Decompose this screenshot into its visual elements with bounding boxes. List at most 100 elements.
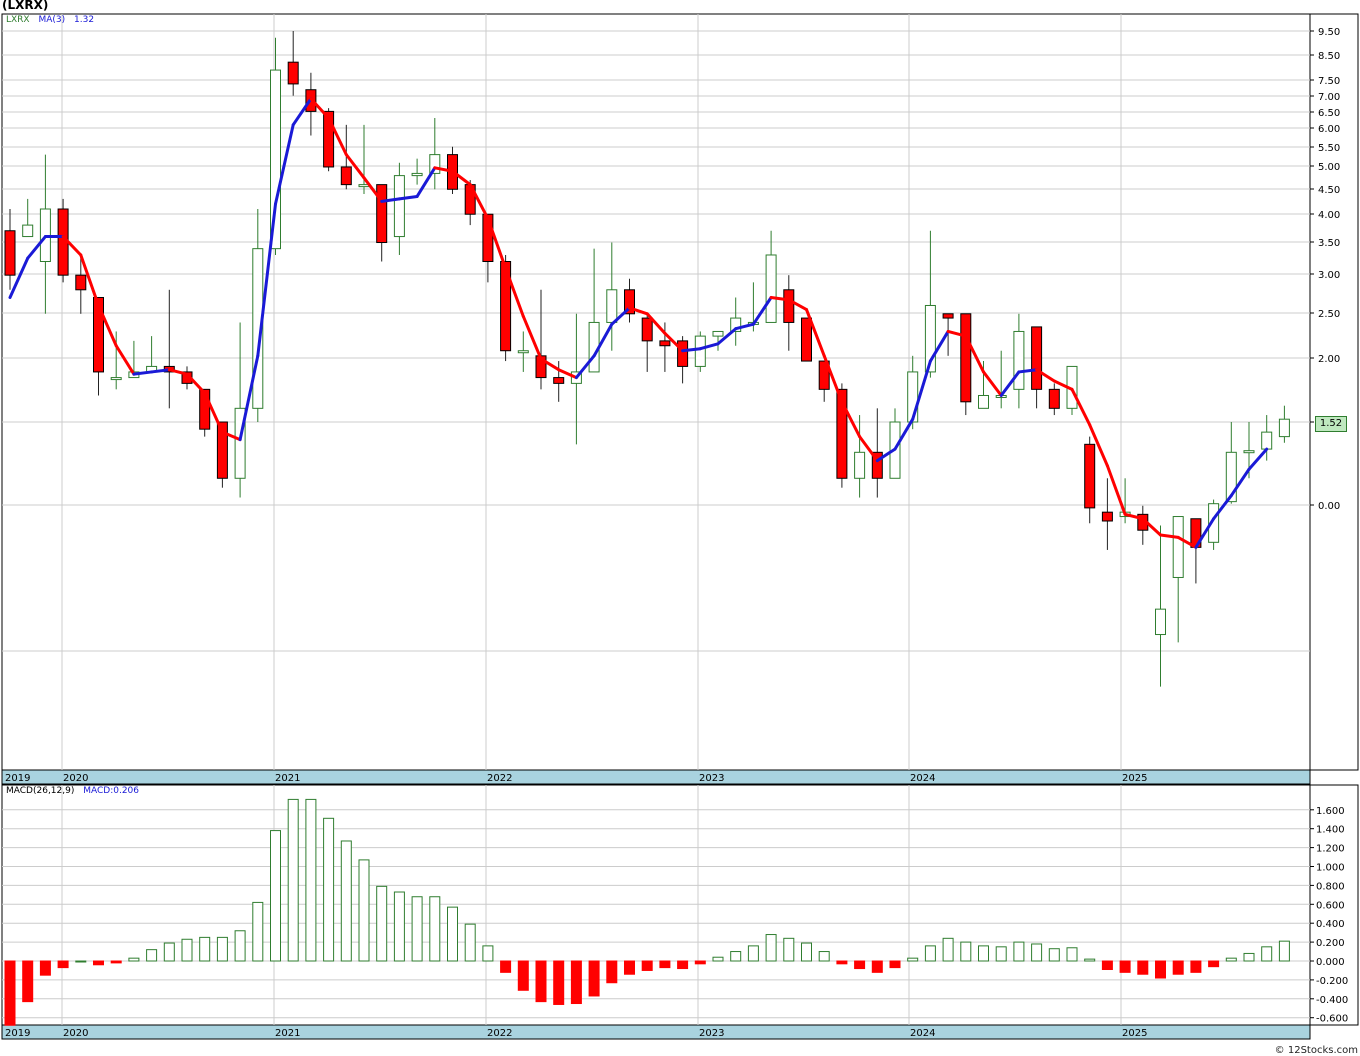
macd-bar: [57, 960, 69, 969]
macd-year-label: 2019: [5, 1028, 30, 1039]
macd-year-label: 2021: [275, 1028, 300, 1039]
site-credit: © 12Stocks.com: [1274, 1045, 1358, 1056]
price-tick-label: 9.50: [1318, 27, 1340, 38]
candle-body: [376, 184, 388, 244]
macd-bar: [447, 906, 458, 962]
candle-body: [1261, 431, 1273, 450]
macd-bar: [464, 923, 476, 962]
macd-tick-label: 0.400: [1316, 919, 1345, 930]
macd-bar: [1208, 960, 1220, 968]
candle-body: [694, 335, 706, 367]
price-tick-label: 6.50: [1318, 108, 1340, 119]
price-year-label: 2019: [5, 773, 30, 784]
candle-body: [854, 451, 866, 479]
macd-bar: [287, 798, 299, 962]
price-tick-label: 6.00: [1318, 124, 1340, 135]
macd-bar: [712, 956, 724, 962]
macd-bar: [146, 949, 158, 962]
macd-tick-label: 0.800: [1316, 881, 1345, 892]
candle-body: [1084, 443, 1096, 509]
macd-bar: [411, 896, 423, 962]
macd-plot-frame: [1, 784, 1311, 1026]
macd-bar: [4, 960, 16, 1026]
candle-body: [659, 340, 671, 347]
candle-body: [22, 224, 34, 238]
price-tick-label: 4.50: [1318, 185, 1340, 196]
macd-bar: [694, 960, 706, 965]
price-tick-label: 8.50: [1318, 51, 1340, 62]
macd-bar: [216, 936, 228, 962]
legend-macd-value: MACD:0.206: [83, 786, 140, 796]
macd-bar: [624, 960, 635, 975]
legend-ma-value: 1.32: [74, 15, 95, 25]
macd-bar: [1155, 960, 1166, 979]
macd-tick-label: 1.000: [1316, 863, 1345, 874]
macd-year-label: 2020: [63, 1028, 88, 1039]
macd-bar: [1172, 960, 1184, 975]
candle-body: [553, 377, 565, 384]
price-tick-label: 7.00: [1318, 92, 1340, 103]
macd-bar: [181, 938, 193, 962]
chart-title: (LXRX): [2, 0, 49, 12]
candle-body: [765, 254, 777, 323]
candle-body: [942, 313, 954, 319]
price-xaxis-band: [1, 769, 1311, 785]
macd-bar: [641, 960, 653, 971]
macd-bar: [517, 960, 529, 991]
macd-year-label: 2024: [910, 1028, 935, 1039]
macd-tick-label: 0.000: [1316, 957, 1345, 968]
price-year-label: 2020: [63, 773, 88, 784]
legend-ma-label: MA(3): [38, 15, 66, 25]
candle-body: [110, 377, 122, 381]
candle-body: [340, 166, 352, 186]
macd-tick-label: -0.200: [1316, 976, 1348, 987]
macd-bar: [818, 951, 830, 962]
macd-legend: MACD(26,12,9) MACD:0.206: [6, 786, 139, 796]
macd-tick-label: 0.200: [1316, 938, 1345, 949]
price-tick-label: 2.50: [1318, 309, 1340, 320]
macd-bar: [376, 885, 388, 962]
price-tick-label: 2.00: [1318, 354, 1340, 365]
macd-bar: [1190, 960, 1202, 973]
macd-bar: [252, 901, 264, 962]
price-tick-label: 4.00: [1318, 210, 1340, 221]
macd-bar: [270, 830, 281, 962]
macd-bar: [960, 941, 972, 962]
candle-body: [393, 175, 405, 238]
macd-tick-label: -0.600: [1316, 1014, 1348, 1025]
macd-bar: [1278, 940, 1290, 962]
macd-tick-label: 1.400: [1316, 825, 1345, 836]
price-tick-label: 3.00: [1318, 270, 1340, 281]
price-plot-frame: [1, 13, 1311, 771]
candle-body: [712, 330, 724, 337]
price-tick-label: 7.50: [1318, 76, 1340, 87]
macd-bar: [801, 942, 812, 962]
macd-bar: [730, 951, 742, 962]
macd-bar: [1243, 952, 1255, 962]
ma3-segment: [681, 347, 702, 353]
legend-macd-label: MACD(26,12,9): [6, 786, 75, 796]
macd-bar: [305, 798, 317, 962]
macd-bar: [659, 960, 671, 969]
macd-tick-label: -0.400: [1316, 995, 1348, 1006]
candle: [694, 331, 706, 372]
macd-bar: [1119, 960, 1131, 973]
macd-bar: [110, 960, 122, 964]
macd-bar: [924, 945, 936, 962]
macd-bar: [500, 960, 512, 973]
candle-body: [411, 172, 423, 177]
candle-body: [641, 317, 653, 342]
macd-bar: [1031, 943, 1043, 962]
candle-body: [4, 230, 16, 276]
macd-bar: [393, 891, 405, 962]
candle-body: [1048, 388, 1060, 409]
macd-bar: [535, 960, 547, 1003]
macd-bar: [429, 896, 441, 962]
macd-bar: [199, 936, 211, 962]
macd-bar: [234, 930, 246, 962]
price-legend: LXRX MA(3) 1.32: [6, 15, 94, 25]
candle-body: [801, 317, 812, 362]
macd-bar: [22, 960, 34, 1003]
macd-bar: [871, 960, 883, 973]
macd-tick-label: 1.200: [1316, 844, 1345, 855]
